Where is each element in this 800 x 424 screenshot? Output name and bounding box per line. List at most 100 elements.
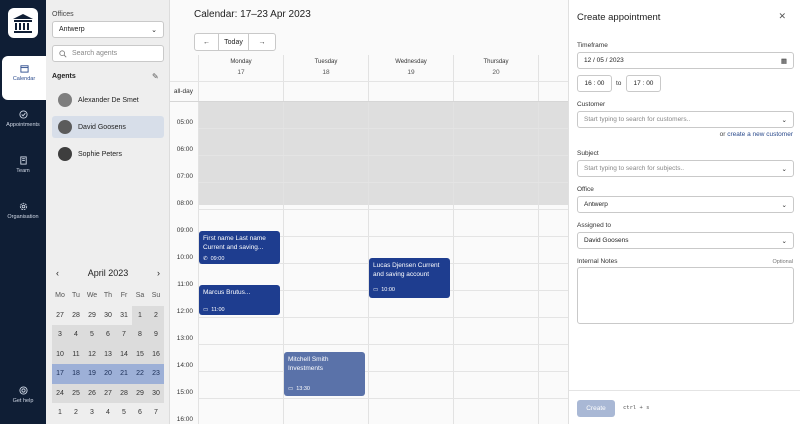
- notes-textarea[interactable]: [577, 267, 794, 324]
- day-cell[interactable]: 21: [116, 364, 132, 384]
- edit-icon[interactable]: ✎: [152, 72, 159, 81]
- chevron-down-icon: ⌄: [151, 26, 157, 34]
- nav-label: Calendar: [12, 76, 36, 82]
- to-label: to: [616, 80, 622, 87]
- assigned-value: David Goosens: [584, 237, 629, 244]
- week-row: 3 4 5 6 7 8 9: [52, 325, 165, 345]
- assigned-select[interactable]: David Goosens ⌄: [577, 232, 794, 249]
- day-cell[interactable]: 10: [52, 344, 68, 364]
- day-cell[interactable]: 1: [52, 403, 68, 423]
- week-row: 27 28 29 30 31 1 2: [52, 305, 165, 326]
- nav-organisation[interactable]: Organisation: [0, 194, 46, 238]
- day-cell[interactable]: 15: [132, 344, 148, 364]
- day-header[interactable]: Tuesday 18: [283, 55, 368, 81]
- day-cell[interactable]: 31: [116, 306, 132, 326]
- event-card[interactable]: Marcus Brutus... ▭ 11:00: [199, 285, 280, 315]
- hour-label: 06:00: [176, 146, 193, 153]
- create-button[interactable]: Create: [577, 400, 615, 417]
- day-cell[interactable]: 17: [52, 364, 68, 384]
- event-card[interactable]: Lucas Djensen Current and saving account…: [369, 258, 450, 298]
- day-cell[interactable]: 1: [132, 305, 148, 325]
- day-header[interactable]: Thursday 20: [453, 55, 538, 81]
- nav-appointments[interactable]: Appointments: [0, 102, 46, 146]
- day-cell[interactable]: 4: [100, 403, 116, 423]
- nav-calendar[interactable]: Calendar: [2, 56, 46, 100]
- today-button[interactable]: Today: [219, 34, 249, 50]
- day-cell[interactable]: 26: [84, 383, 100, 403]
- hour-label: 12:00: [176, 308, 193, 315]
- day-cell[interactable]: 30: [100, 306, 116, 326]
- day-cell[interactable]: 9: [148, 325, 164, 345]
- day-cell[interactable]: 11: [68, 344, 84, 364]
- day-cell[interactable]: 25: [68, 383, 84, 403]
- day-cell[interactable]: 3: [52, 325, 68, 345]
- day-cell[interactable]: 27: [100, 383, 116, 403]
- day-cell[interactable]: 13: [100, 344, 116, 364]
- office-select[interactable]: Antwerp ⌄: [52, 21, 164, 38]
- day-cell[interactable]: 4: [68, 325, 84, 345]
- day-cell[interactable]: 3: [84, 403, 100, 423]
- event-card[interactable]: First name Last name Current and saving.…: [199, 231, 280, 264]
- office-select[interactable]: Antwerp ⌄: [577, 196, 794, 213]
- page-title: Calendar: 17–23 Apr 2023: [194, 9, 311, 20]
- day-cell[interactable]: 30: [148, 383, 164, 403]
- search-icon: [59, 49, 67, 57]
- day-cell[interactable]: 8: [132, 325, 148, 345]
- day-cell[interactable]: 5: [116, 403, 132, 423]
- event-time: 11:00: [211, 307, 225, 313]
- chevron-right-icon[interactable]: ›: [157, 268, 160, 278]
- date-value: 12 / 05 / 2023: [584, 57, 624, 64]
- offices-label: Offices: [52, 11, 74, 18]
- agent-item[interactable]: David Goosens: [52, 116, 164, 138]
- day-cell[interactable]: 19: [84, 364, 100, 384]
- close-icon[interactable]: ✕: [778, 11, 786, 22]
- next-week-button[interactable]: →: [249, 34, 275, 50]
- prev-week-button[interactable]: ←: [195, 34, 219, 50]
- nav-team[interactable]: Team: [0, 148, 46, 192]
- event-time: 13:30: [296, 386, 310, 392]
- day-cell[interactable]: 6: [132, 403, 148, 423]
- day-cell[interactable]: 16: [148, 344, 164, 364]
- day-cell[interactable]: 29: [84, 306, 100, 326]
- day-cell[interactable]: 6: [100, 325, 116, 345]
- avatar: [58, 147, 72, 161]
- day-cell[interactable]: 23: [148, 364, 164, 384]
- agent-item[interactable]: Alexander De Smet: [52, 89, 164, 111]
- day-cell[interactable]: 24: [52, 383, 68, 403]
- customer-input[interactable]: Start typing to search for customers.. ⌄: [577, 111, 794, 128]
- agents-label: Agents: [52, 73, 76, 80]
- create-customer-line: or create a new customer: [720, 131, 793, 138]
- search-agents-input[interactable]: Search agents: [52, 45, 164, 62]
- event-card[interactable]: Mitchell Smith Investments ▭ 13:30: [284, 352, 365, 396]
- day-header[interactable]: Monday 17: [198, 55, 283, 81]
- day-cell[interactable]: 28: [68, 306, 84, 326]
- panel-title: Create appointment: [577, 12, 661, 23]
- day-cell[interactable]: 12: [84, 344, 100, 364]
- start-time-input[interactable]: 16 : 00: [577, 75, 612, 92]
- chevron-left-icon[interactable]: ‹: [56, 268, 59, 278]
- weekday-label: Mo: [55, 292, 65, 300]
- day-cell[interactable]: 2: [148, 305, 164, 325]
- avatar: [58, 120, 72, 134]
- end-time-input[interactable]: 17 : 00: [626, 75, 661, 92]
- day-cell[interactable]: 2: [68, 403, 84, 423]
- subject-input[interactable]: Start typing to search for subjects.. ⌄: [577, 160, 794, 177]
- day-cell[interactable]: 28: [116, 383, 132, 403]
- day-cell[interactable]: 5: [84, 325, 100, 345]
- day-cell[interactable]: 7: [116, 325, 132, 345]
- office-value: Antwerp: [584, 201, 608, 208]
- day-cell[interactable]: 7: [148, 403, 164, 423]
- brand-logo[interactable]: [8, 8, 38, 38]
- date-input[interactable]: 12 / 05 / 2023 ▦: [577, 52, 794, 69]
- day-cell[interactable]: 18: [68, 364, 84, 384]
- agent-item[interactable]: Sophie Peters: [52, 143, 164, 165]
- create-customer-link[interactable]: create a new customer: [727, 131, 793, 138]
- nav-get-help[interactable]: Get help: [0, 378, 46, 422]
- day-cell[interactable]: 22: [132, 364, 148, 384]
- day-cell[interactable]: 20: [100, 364, 116, 384]
- day-cell[interactable]: 14: [116, 344, 132, 364]
- day-header[interactable]: Wednesday 19: [368, 55, 453, 81]
- day-cell[interactable]: 27: [52, 306, 68, 326]
- calendar-nav-group: ← Today →: [194, 33, 276, 51]
- day-cell[interactable]: 29: [132, 383, 148, 403]
